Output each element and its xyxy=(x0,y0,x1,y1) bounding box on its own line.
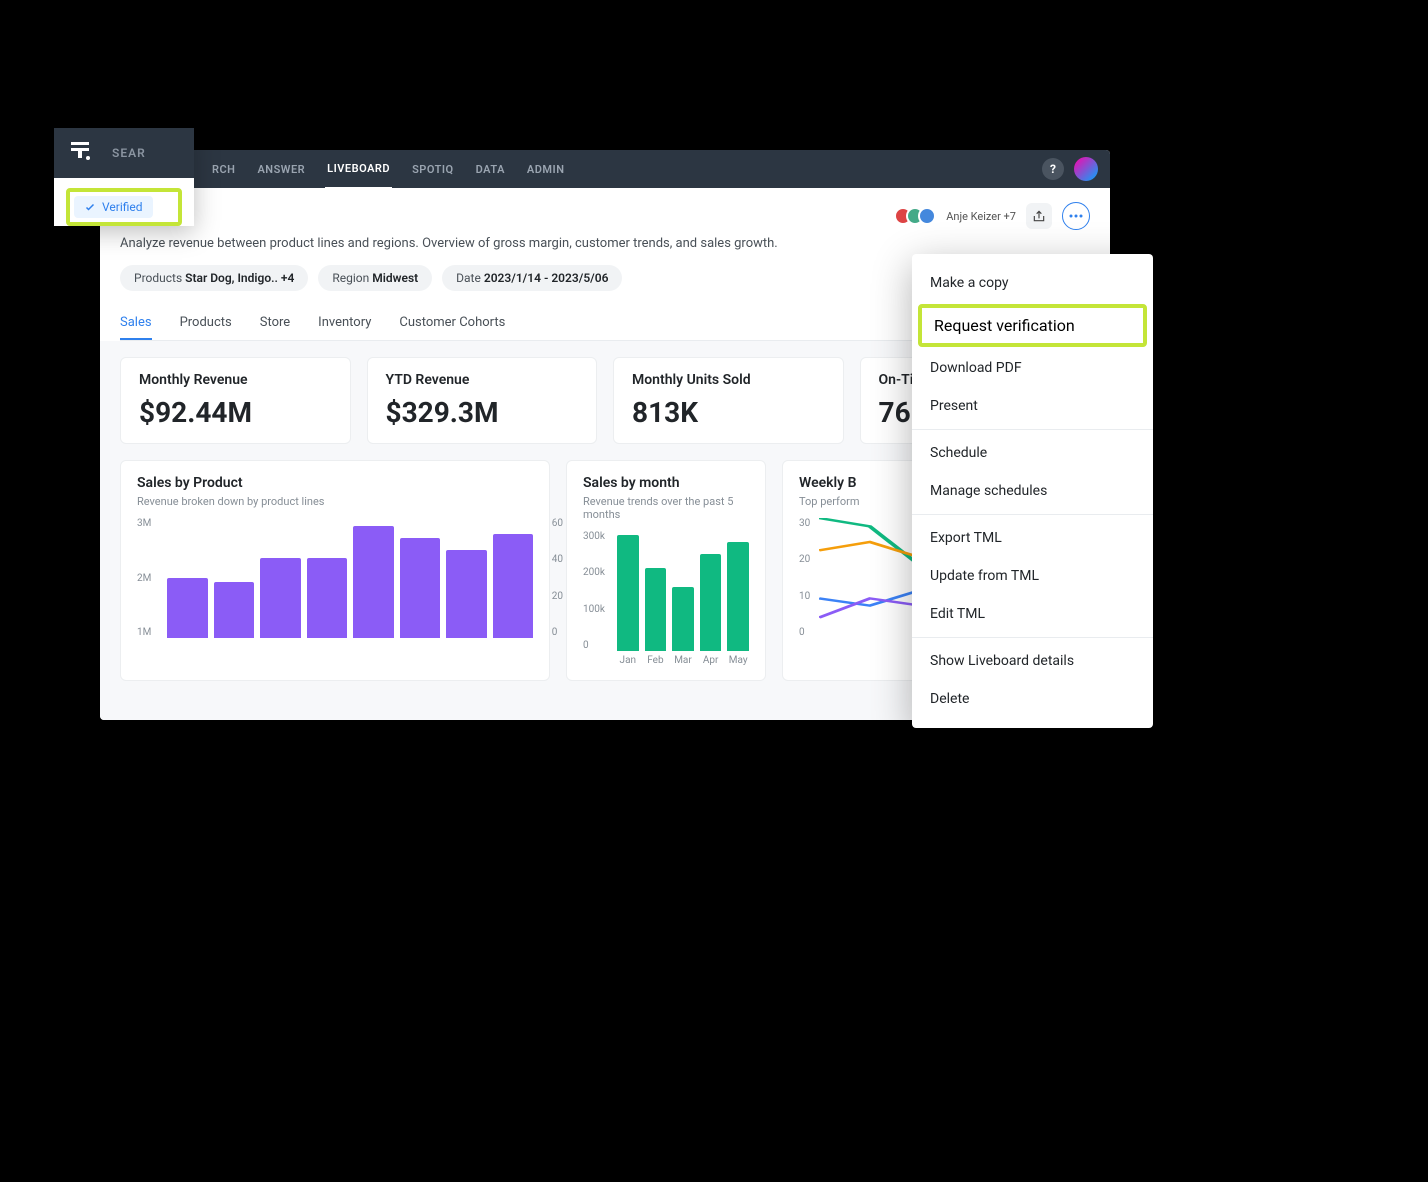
chip-value: Midwest xyxy=(372,271,418,285)
menu-show-details[interactable]: Show Liveboard details xyxy=(912,642,1153,680)
chip-label: Products xyxy=(134,271,182,285)
y-axis: 300k 200k 100k 0 xyxy=(583,531,605,651)
verified-highlight: Verified xyxy=(66,188,182,226)
bar xyxy=(446,550,487,638)
tab-customer-cohorts[interactable]: Customer Cohorts xyxy=(399,307,505,340)
y-axis: 3M 2M 1M xyxy=(137,518,151,638)
more-menu-button[interactable] xyxy=(1062,202,1090,230)
bar xyxy=(167,578,208,638)
menu-schedule[interactable]: Schedule xyxy=(912,434,1153,472)
filter-chip-products[interactable]: Products Star Dog, Indigo.. +4 xyxy=(120,265,308,291)
menu-present[interactable]: Present xyxy=(912,387,1153,425)
tab-store[interactable]: Store xyxy=(260,307,290,340)
bar xyxy=(617,535,639,651)
kpi-title: YTD Revenue xyxy=(386,372,579,388)
y-axis-secondary: 60 40 20 0 xyxy=(552,518,563,638)
kpi-title: Monthly Units Sold xyxy=(632,372,825,388)
badge-topbar: SEAR xyxy=(54,128,194,178)
user-avatar[interactable] xyxy=(1074,157,1098,181)
check-icon xyxy=(84,201,96,213)
x-axis: Jan Feb Mar Apr May xyxy=(583,655,749,666)
user-count-label: Anje Keizer +7 xyxy=(946,210,1016,223)
bar xyxy=(214,582,255,638)
menu-manage-schedules[interactable]: Manage schedules xyxy=(912,472,1153,510)
kpi-units-sold[interactable]: Monthly Units Sold 813K xyxy=(613,357,844,444)
avatar-dot xyxy=(918,207,936,225)
logo-icon xyxy=(68,138,92,168)
nav-data[interactable]: DATA xyxy=(474,151,507,188)
menu-separator xyxy=(912,429,1153,430)
kpi-ytd-revenue[interactable]: YTD Revenue $329.3M xyxy=(367,357,598,444)
tab-products[interactable]: Products xyxy=(180,307,232,340)
tab-inventory[interactable]: Inventory xyxy=(318,307,371,340)
nav-liveboard[interactable]: LIVEBOARD xyxy=(325,150,392,189)
chart-sales-by-product[interactable]: Sales by Product Revenue broken down by … xyxy=(120,460,550,681)
nav-search[interactable]: RCH xyxy=(210,151,237,188)
chart-title: Sales by Product xyxy=(137,475,533,491)
bar xyxy=(672,587,694,651)
nav-answer[interactable]: ANSWER xyxy=(255,151,307,188)
liveboard-description: Analyze revenue between product lines an… xyxy=(120,236,1090,251)
menu-make-copy[interactable]: Make a copy xyxy=(912,264,1153,302)
more-menu-dropdown: Make a copy Request verification Downloa… xyxy=(912,254,1153,728)
kpi-title: Monthly Revenue xyxy=(139,372,332,388)
bar-chart: 3M 2M 1M 60 40 20 0 xyxy=(137,518,533,638)
tab-sales[interactable]: Sales xyxy=(120,307,152,340)
menu-separator xyxy=(912,514,1153,515)
kpi-monthly-revenue[interactable]: Monthly Revenue $92.44M xyxy=(120,357,351,444)
verified-badge[interactable]: Verified xyxy=(74,196,153,218)
bar-chart: 300k 200k 100k 0 xyxy=(583,531,749,651)
chart-subtitle: Revenue trends over the past 5 months xyxy=(583,495,749,521)
bar xyxy=(493,534,534,638)
y-axis: 30 20 10 0 xyxy=(799,518,810,638)
chip-value: 2023/1/14 - 2023/5/06 xyxy=(484,271,609,285)
bar xyxy=(700,554,722,651)
chip-label: Date xyxy=(456,271,481,285)
nav-spotiq[interactable]: SPOTIQ xyxy=(410,151,456,188)
menu-delete[interactable]: Delete xyxy=(912,680,1153,718)
bar xyxy=(307,558,348,638)
chart-subtitle: Revenue broken down by product lines xyxy=(137,495,533,508)
filter-chip-region[interactable]: Region Midwest xyxy=(318,265,432,291)
chart-sales-by-month[interactable]: Sales by month Revenue trends over the p… xyxy=(566,460,766,681)
search-label: SEAR xyxy=(112,146,146,160)
filter-chip-date[interactable]: Date 2023/1/14 - 2023/5/06 xyxy=(442,265,622,291)
menu-request-verification-highlight: Request verification xyxy=(918,304,1147,347)
shared-avatars[interactable] xyxy=(900,207,936,225)
bar xyxy=(645,568,667,651)
topbar: RCH ANSWER LIVEBOARD SPOTIQ DATA ADMIN ? xyxy=(100,150,1110,188)
menu-separator xyxy=(912,637,1153,638)
verified-label: Verified xyxy=(102,200,143,214)
bar xyxy=(260,558,301,638)
chip-value: Star Dog, Indigo.. +4 xyxy=(185,271,294,285)
kpi-value: $329.3M xyxy=(386,396,579,429)
bar xyxy=(353,526,394,638)
help-icon[interactable]: ? xyxy=(1042,158,1064,180)
bar xyxy=(400,538,441,638)
bar xyxy=(727,542,749,651)
menu-edit-tml[interactable]: Edit TML xyxy=(912,595,1153,633)
nav-admin[interactable]: ADMIN xyxy=(525,151,567,188)
chip-label: Region xyxy=(332,271,369,285)
kpi-value: 813K xyxy=(632,396,825,429)
menu-update-tml[interactable]: Update from TML xyxy=(912,557,1153,595)
menu-export-tml[interactable]: Export TML xyxy=(912,519,1153,557)
share-button[interactable] xyxy=(1026,203,1052,229)
menu-download-pdf[interactable]: Download PDF xyxy=(912,349,1153,387)
verified-badge-overlay: SEAR Verified xyxy=(54,128,194,226)
menu-request-verification[interactable]: Request verification xyxy=(934,316,1075,335)
kpi-value: $92.44M xyxy=(139,396,332,429)
chart-title: Sales by month xyxy=(583,475,749,491)
